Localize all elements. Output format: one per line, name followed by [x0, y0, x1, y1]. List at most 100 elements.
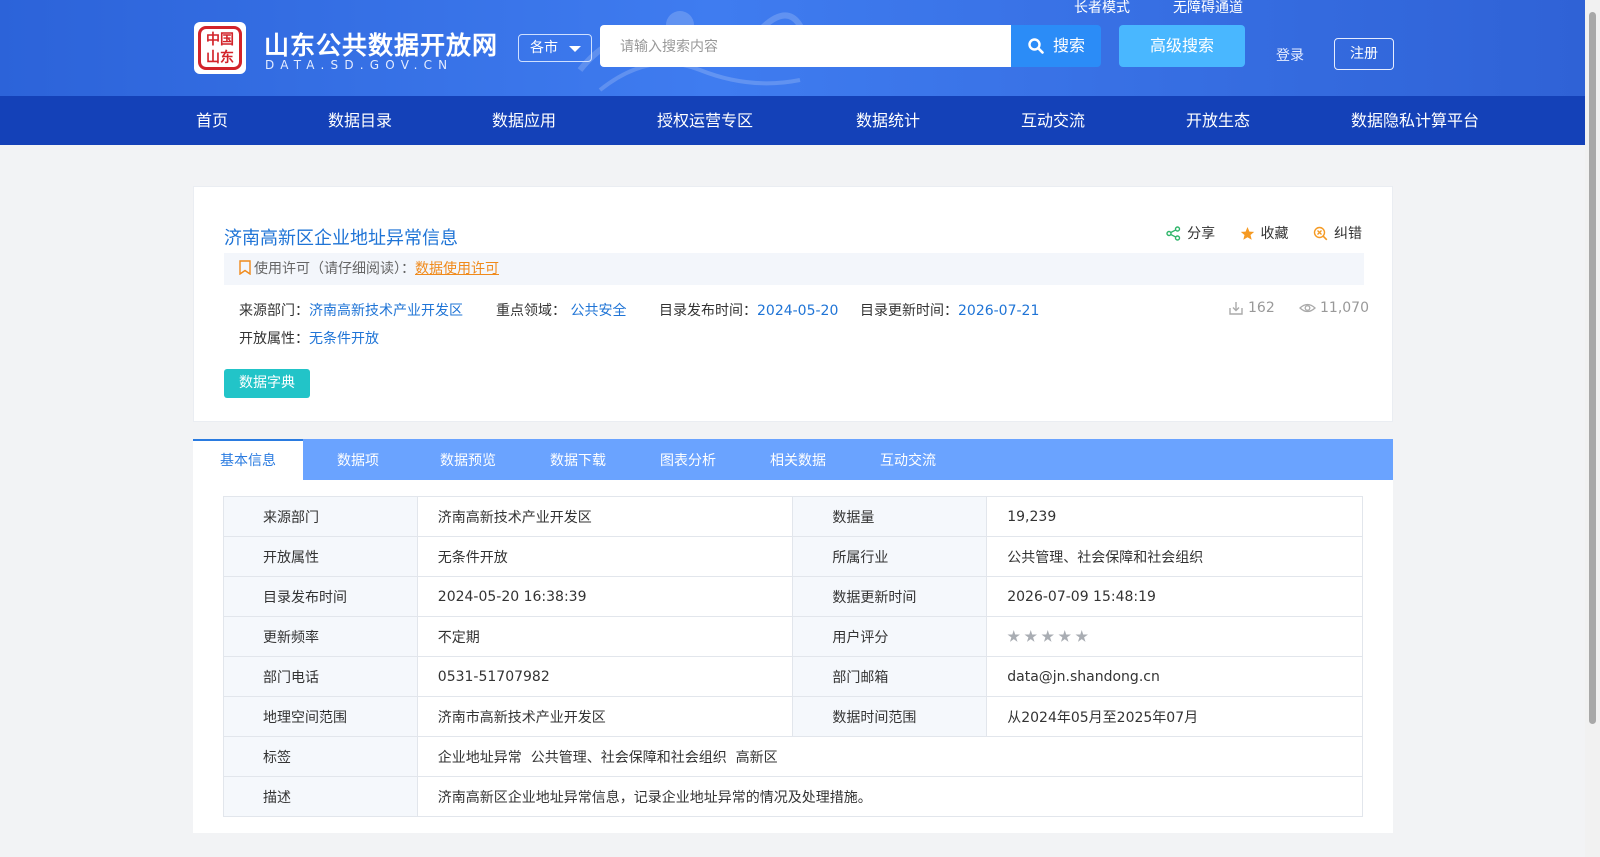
rating-stars[interactable] [1007, 630, 1088, 643]
row-label: 数据量 [792, 496, 988, 537]
star-icon[interactable] [1075, 630, 1088, 642]
correct-label: 纠错 [1334, 226, 1362, 242]
meta-source: 来源部门：济南高新技术产业开发区 [239, 300, 463, 320]
meta-open-attribute: 开放属性：无条件开放 [239, 328, 379, 348]
dataset-title: 济南高新区企业地址异常信息 [224, 228, 458, 249]
table-row: 部门电话 0531-51707982 部门邮箱 data@jn.shandong… [223, 656, 1363, 697]
meta-domain: 重点领域： 公共安全 [496, 300, 626, 320]
nav-item-privacy-platform[interactable]: 数据隐私计算平台 [1351, 96, 1479, 145]
nav-item-home[interactable]: 首页 [196, 96, 228, 145]
nav-item-authorized[interactable]: 授权运营专区 [657, 96, 753, 145]
star-icon[interactable] [1058, 630, 1071, 642]
table-row: 目录发布时间 2024-05-20 16:38:39 数据更新时间 2026-0… [223, 576, 1363, 617]
seal-text: 中国山东 [206, 32, 234, 66]
row-label: 目录发布时间 [223, 576, 418, 617]
download-count: 162 [1228, 300, 1275, 316]
download-count-value: 162 [1248, 300, 1275, 316]
scrollbar-thumb[interactable] [1589, 12, 1596, 724]
view-count-value: 11,070 [1320, 300, 1369, 316]
nav-item-ecosystem[interactable]: 开放生态 [1186, 96, 1250, 145]
row-label: 部门邮箱 [792, 656, 988, 697]
correct-button[interactable]: 纠错 [1313, 223, 1362, 243]
view-count: 11,070 [1299, 300, 1369, 316]
row-label: 更新频率 [223, 616, 418, 657]
source-label: 来源部门： [239, 303, 309, 319]
tags-value: 企业地址异常 公共管理、社会保障和社会组织 高新区 [416, 736, 1364, 777]
meta-publish-time: 目录发布时间：2024-05-20 [659, 300, 838, 320]
favorite-button[interactable]: 收藏 [1240, 223, 1289, 243]
main-nav: 首页 数据目录 数据应用 授权运营专区 数据统计 互动交流 开放生态 数据隐私计… [0, 96, 1585, 145]
row-value: 2024-05-20 16:38:39 [416, 576, 794, 617]
data-dictionary-button[interactable]: 数据字典 [224, 369, 310, 398]
share-label: 分享 [1187, 226, 1216, 242]
row-label: 来源部门 [223, 496, 418, 537]
seal-icon: 中国山东 [198, 26, 242, 70]
open-value[interactable]: 无条件开放 [309, 331, 379, 347]
search-icon [1028, 38, 1044, 54]
search-input[interactable] [600, 25, 1011, 67]
page-scrollbar[interactable] [1585, 0, 1600, 857]
table-row: 更新频率 不定期 用户评分 [223, 616, 1363, 657]
site-logo[interactable]: 中国山东 [194, 22, 246, 74]
row-value: 公共管理、社会保障和社会组织 [986, 536, 1363, 577]
meta-update-time: 目录更新时间：2026-07-21 [860, 300, 1039, 320]
row-value: 不定期 [416, 616, 794, 657]
star-icon [1240, 226, 1254, 240]
license-bar: 使用许可（请仔细阅读）：数据使用许可 [224, 253, 1364, 285]
license-link[interactable]: 数据使用许可 [415, 261, 499, 277]
row-value: 0531-51707982 [416, 656, 794, 697]
tab-interaction[interactable]: 互动交流 [853, 439, 963, 480]
domain-label: 重点领域： [496, 303, 566, 319]
tab-basic-info[interactable]: 基本信息 [193, 439, 303, 480]
bookmark-icon [239, 259, 251, 275]
login-link[interactable]: 登录 [1276, 45, 1304, 65]
tab-chart-analysis[interactable]: 图表分析 [633, 439, 743, 480]
accessibility-link[interactable]: 无障碍通道 [1173, 0, 1243, 16]
license-label: 使用许可（请仔细阅读）： [254, 261, 415, 277]
update-label: 目录更新时间： [860, 303, 958, 319]
description-value: 济南高新区企业地址异常信息，记录企业地址异常的情况及处理措施。 [416, 776, 1364, 817]
search-button[interactable]: 搜索 [1011, 25, 1101, 67]
advanced-search-button[interactable]: 高级搜索 [1119, 25, 1245, 67]
correction-icon [1313, 226, 1328, 240]
register-button[interactable]: 注册 [1334, 38, 1394, 70]
row-value: 济南高新技术产业开发区 [416, 496, 794, 537]
user-rating[interactable] [986, 616, 1363, 657]
row-label: 描述 [223, 776, 418, 817]
tab-data-preview[interactable]: 数据预览 [413, 439, 523, 480]
row-label: 部门电话 [223, 656, 418, 697]
nav-item-interaction[interactable]: 互动交流 [1021, 96, 1085, 145]
tab-related-data[interactable]: 相关数据 [743, 439, 853, 480]
dataset-actions: 分享 收藏 纠错 [1146, 223, 1362, 245]
table-row: 来源部门 济南高新技术产业开发区 数据量 19,239 [223, 496, 1363, 537]
star-icon[interactable] [1007, 630, 1020, 642]
row-value: 19,239 [986, 496, 1363, 537]
chevron-down-icon [569, 46, 581, 52]
nav-item-apps[interactable]: 数据应用 [492, 96, 556, 145]
row-label: 地理空间范围 [223, 696, 418, 737]
star-icon[interactable] [1041, 630, 1054, 642]
publish-value: 2024-05-20 [757, 303, 839, 319]
site-title[interactable]: 山东公共数据开放网 [264, 26, 498, 62]
site-header: 中国山东 山东公共数据开放网 DATA.SD.GOV.CN 各市 搜索 高级搜索… [0, 0, 1585, 96]
row-value: 济南市高新技术产业开发区 [416, 696, 794, 737]
domain-value[interactable]: 公共安全 [570, 303, 626, 319]
row-value: 2026-07-09 15:48:19 [986, 576, 1363, 617]
table-row: 标签 企业地址异常 公共管理、社会保障和社会组织 高新区 [223, 736, 1364, 777]
row-label: 数据更新时间 [792, 576, 988, 617]
eye-icon [1299, 303, 1316, 313]
source-value[interactable]: 济南高新技术产业开发区 [309, 303, 463, 319]
city-select[interactable]: 各市 [518, 34, 592, 62]
tab-data-items[interactable]: 数据项 [303, 439, 413, 480]
row-value: 无条件开放 [416, 536, 794, 577]
elder-mode-link[interactable]: 长者模式 [1074, 0, 1130, 16]
row-value: data@jn.shandong.cn [986, 656, 1363, 697]
tab-data-download[interactable]: 数据下载 [523, 439, 633, 480]
nav-item-catalog[interactable]: 数据目录 [328, 96, 392, 145]
city-select-value: 各市 [530, 40, 558, 56]
star-icon[interactable] [1024, 630, 1037, 642]
nav-item-statistics[interactable]: 数据统计 [856, 96, 920, 145]
share-button[interactable]: 分享 [1166, 223, 1215, 243]
update-value: 2026-07-21 [958, 303, 1040, 319]
search-button-label: 搜索 [1053, 36, 1086, 55]
